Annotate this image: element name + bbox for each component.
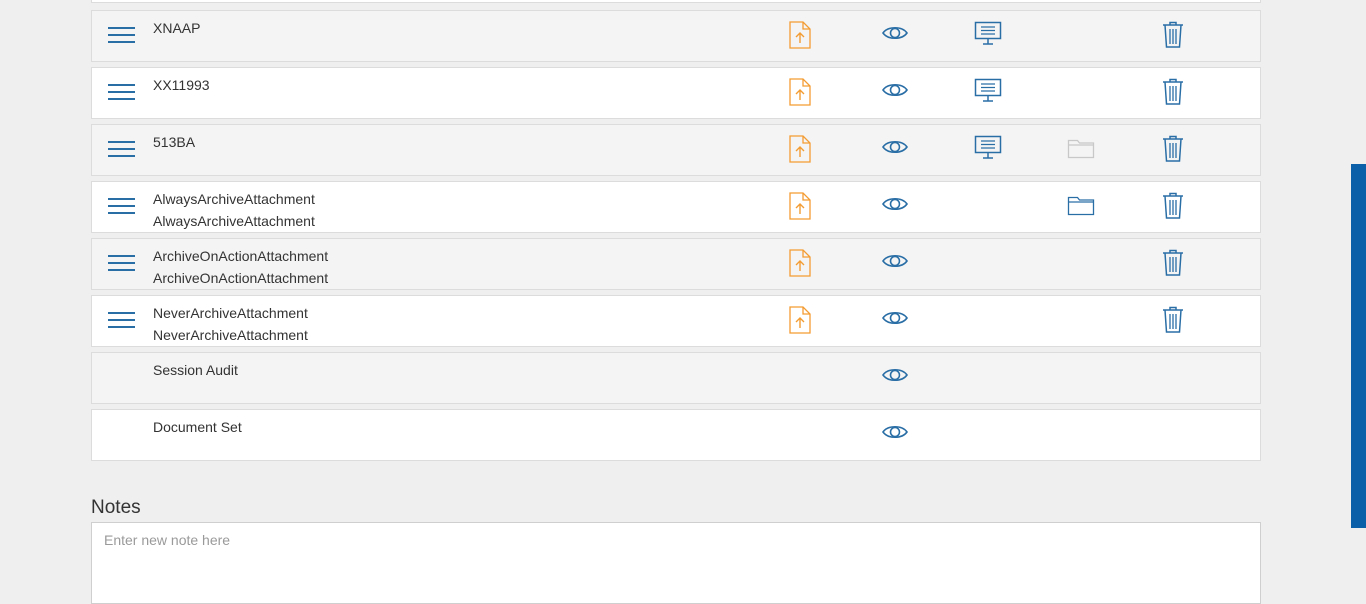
attachment-name-line: AlwaysArchiveAttachment [153, 213, 315, 229]
attachment-name: NeverArchiveAttachment NeverArchiveAttac… [153, 302, 308, 346]
notes-input[interactable] [92, 523, 1260, 601]
attachment-name-line: AlwaysArchiveAttachment [153, 191, 315, 207]
attachment-row: XX11993 [91, 67, 1261, 119]
attachment-name-line: ArchiveOnActionAttachment [153, 270, 329, 286]
eye-icon[interactable] [881, 80, 911, 110]
attachment-name: Document Set [153, 416, 242, 438]
eye-icon[interactable] [881, 23, 911, 53]
attachment-row: XNAAP [91, 10, 1261, 62]
attachment-name-line: Document Set [153, 419, 242, 435]
attachment-name-line: ArchiveOnActionAttachment [153, 248, 329, 264]
folder-icon[interactable] [1067, 194, 1097, 224]
delete-icon[interactable] [1161, 21, 1191, 51]
attachment-name: XNAAP [153, 17, 200, 39]
upload-icon[interactable] [789, 192, 819, 222]
eye-icon[interactable] [881, 194, 911, 224]
folder-icon [1067, 137, 1097, 167]
upload-icon[interactable] [789, 306, 819, 336]
delete-icon[interactable] [1161, 249, 1191, 279]
attachment-name-line: NeverArchiveAttachment [153, 305, 308, 321]
delete-icon[interactable] [1161, 135, 1191, 165]
drag-handle-icon[interactable] [108, 255, 136, 273]
presentation-icon[interactable] [974, 135, 1004, 165]
drag-handle-icon[interactable] [108, 198, 136, 216]
delete-icon[interactable] [1161, 192, 1191, 222]
attachment-name-line: XX11993 [153, 77, 210, 93]
drag-handle-icon[interactable] [108, 312, 136, 330]
upload-icon[interactable] [789, 78, 819, 108]
presentation-icon[interactable] [974, 21, 1004, 51]
attachment-row: AlwaysArchiveAttachment AlwaysArchiveAtt… [91, 181, 1261, 233]
eye-icon[interactable] [881, 137, 911, 167]
upload-icon[interactable] [789, 21, 819, 51]
attachment-row: Document Set [91, 409, 1261, 461]
scrollbar-thumb[interactable] [1351, 164, 1366, 528]
attachment-name-line: Session Audit [153, 362, 238, 378]
drag-handle-icon[interactable] [108, 84, 136, 102]
attachment-row: Session Audit [91, 352, 1261, 404]
notes-heading: Notes [91, 496, 141, 518]
upload-icon[interactable] [789, 249, 819, 279]
eye-icon[interactable] [881, 422, 911, 452]
attachment-name: 513BA [153, 131, 195, 153]
attachment-name: Session Audit [153, 359, 238, 381]
attachment-name: XX11993 [153, 74, 210, 96]
attachment-name: AlwaysArchiveAttachment AlwaysArchiveAtt… [153, 188, 315, 232]
drag-handle-icon[interactable] [108, 27, 136, 45]
upload-icon[interactable] [789, 135, 819, 165]
delete-icon[interactable] [1161, 78, 1191, 108]
attachment-row: ArchiveOnActionAttachment ArchiveOnActio… [91, 238, 1261, 290]
presentation-icon[interactable] [974, 78, 1004, 108]
attachment-row: 513BA [91, 124, 1261, 176]
attachment-name-line: NeverArchiveAttachment [153, 327, 308, 343]
attachment-name: ArchiveOnActionAttachment ArchiveOnActio… [153, 245, 328, 289]
notes-box [91, 522, 1261, 604]
eye-icon[interactable] [881, 251, 911, 281]
attachment-name-line: 513BA [153, 134, 196, 150]
eye-icon[interactable] [881, 365, 911, 395]
previous-row-edge [91, 0, 1261, 3]
delete-icon[interactable] [1161, 306, 1191, 336]
attachment-row: NeverArchiveAttachment NeverArchiveAttac… [91, 295, 1261, 347]
drag-handle-icon[interactable] [108, 141, 136, 159]
attachment-name-line: XNAAP [153, 20, 201, 36]
eye-icon[interactable] [881, 308, 911, 338]
